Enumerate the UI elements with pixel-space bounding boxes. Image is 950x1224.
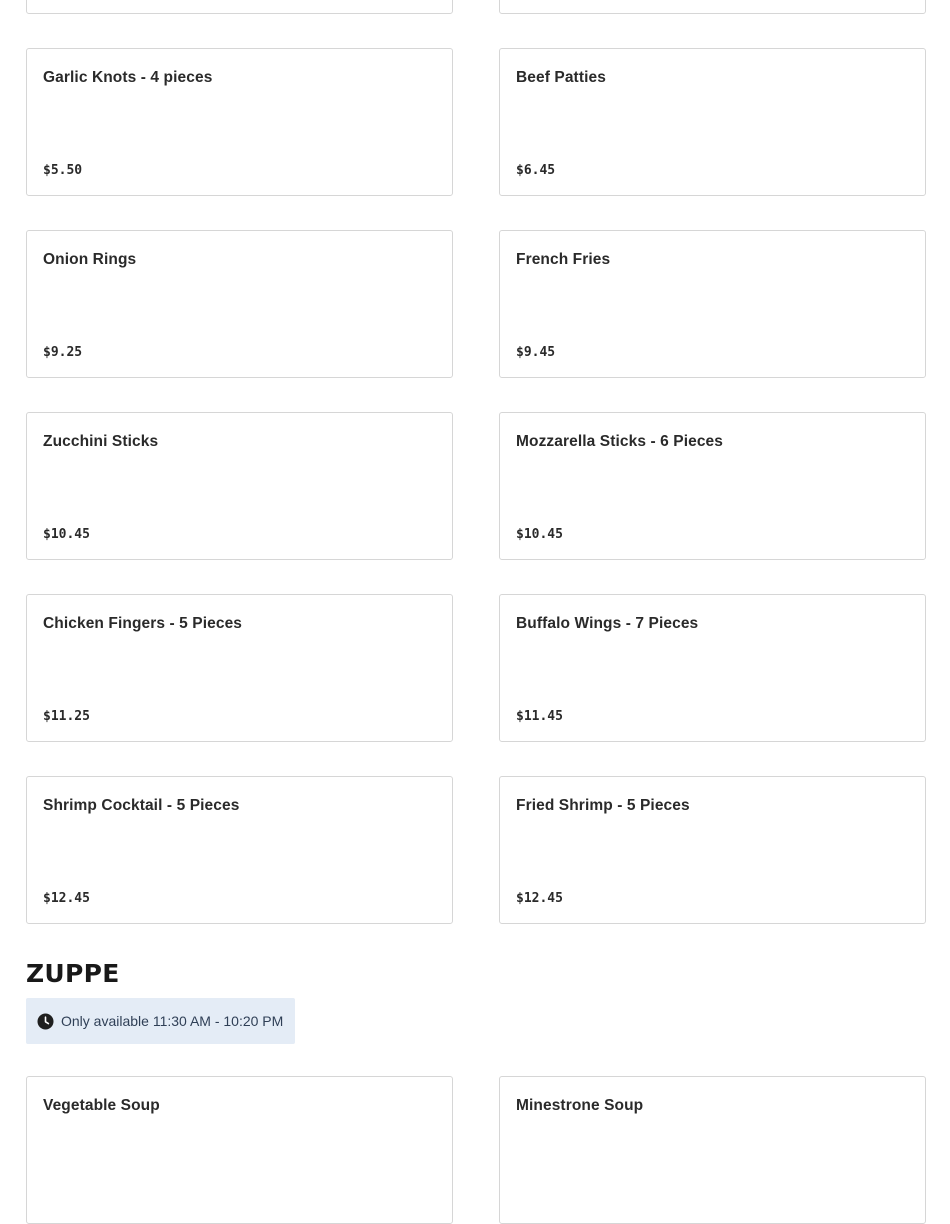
menu-item-name: French Fries [516,251,611,268]
availability-banner: Only available 11:30 AM - 10:20 PM [26,998,295,1044]
menu-item-card[interactable]: Shrimp Cocktail - 5 Pieces $12.45 [26,776,453,924]
menu-item-card[interactable]: Fried Shrimp - 5 Pieces $12.45 [499,776,926,924]
menu-item-price: $9.25 [43,345,83,360]
menu-item-card[interactable]: Onion Rings $9.25 [26,230,453,378]
menu-item-card[interactable]: Garlic Knots - 4 pieces $5.50 [26,48,453,196]
menu-item-card[interactable]: Zucchini Sticks $10.45 [26,412,453,560]
menu-item-card[interactable]: Mozzarella Sticks - 6 Pieces $10.45 [499,412,926,560]
menu-item-price: $10.45 [43,527,90,542]
menu-item-name: Mozzarella Sticks - 6 Pieces [516,433,723,450]
menu-item-card[interactable]: French Fries $9.45 [499,230,926,378]
menu-item-price: $6.45 [516,163,556,178]
menu-item-name: Zucchini Sticks [43,433,159,450]
menu-item-name: Fried Shrimp - 5 Pieces [516,797,690,814]
menu-item-price: $12.45 [516,891,563,906]
menu-item-name: Garlic Knots - 4 pieces [43,69,213,86]
menu-item-card[interactable]: Buffalo Wings - 7 Pieces $11.45 [499,594,926,742]
availability-text: Only available 11:30 AM - 10:20 PM [61,1013,284,1029]
menu-item-name: Chicken Fingers - 5 Pieces [43,615,243,632]
menu-item-card-partial-right[interactable] [499,0,926,14]
menu-item-card[interactable]: Vegetable Soup [26,1076,453,1224]
menu-item-price: $11.25 [43,709,90,724]
menu-item-name: Beef Patties [516,69,606,86]
menu-item-card[interactable]: Beef Patties $6.45 [499,48,926,196]
menu-item-price: $10.45 [516,527,563,542]
menu-item-name: Shrimp Cocktail - 5 Pieces [43,797,240,814]
menu-item-price: $9.45 [516,345,556,360]
menu-item-card[interactable]: Chicken Fingers - 5 Pieces $11.25 [26,594,453,742]
menu-item-name: Minestrone Soup [516,1097,644,1114]
menu-item-price: $5.50 [43,163,83,178]
menu-item-name: Buffalo Wings - 7 Pieces [516,615,699,632]
section-title-zuppe: ZUPPE [26,959,120,988]
menu-item-price: $12.45 [43,891,90,906]
menu-item-name: Onion Rings [43,251,137,268]
menu-page: Garlic Knots - 4 pieces $5.50 Beef Patti… [0,0,950,1224]
menu-item-name: Vegetable Soup [43,1097,160,1114]
clock-icon [37,1013,54,1030]
menu-item-card-partial-left[interactable] [26,0,453,14]
menu-item-price: $11.45 [516,709,563,724]
menu-item-card[interactable]: Minestrone Soup [499,1076,926,1224]
